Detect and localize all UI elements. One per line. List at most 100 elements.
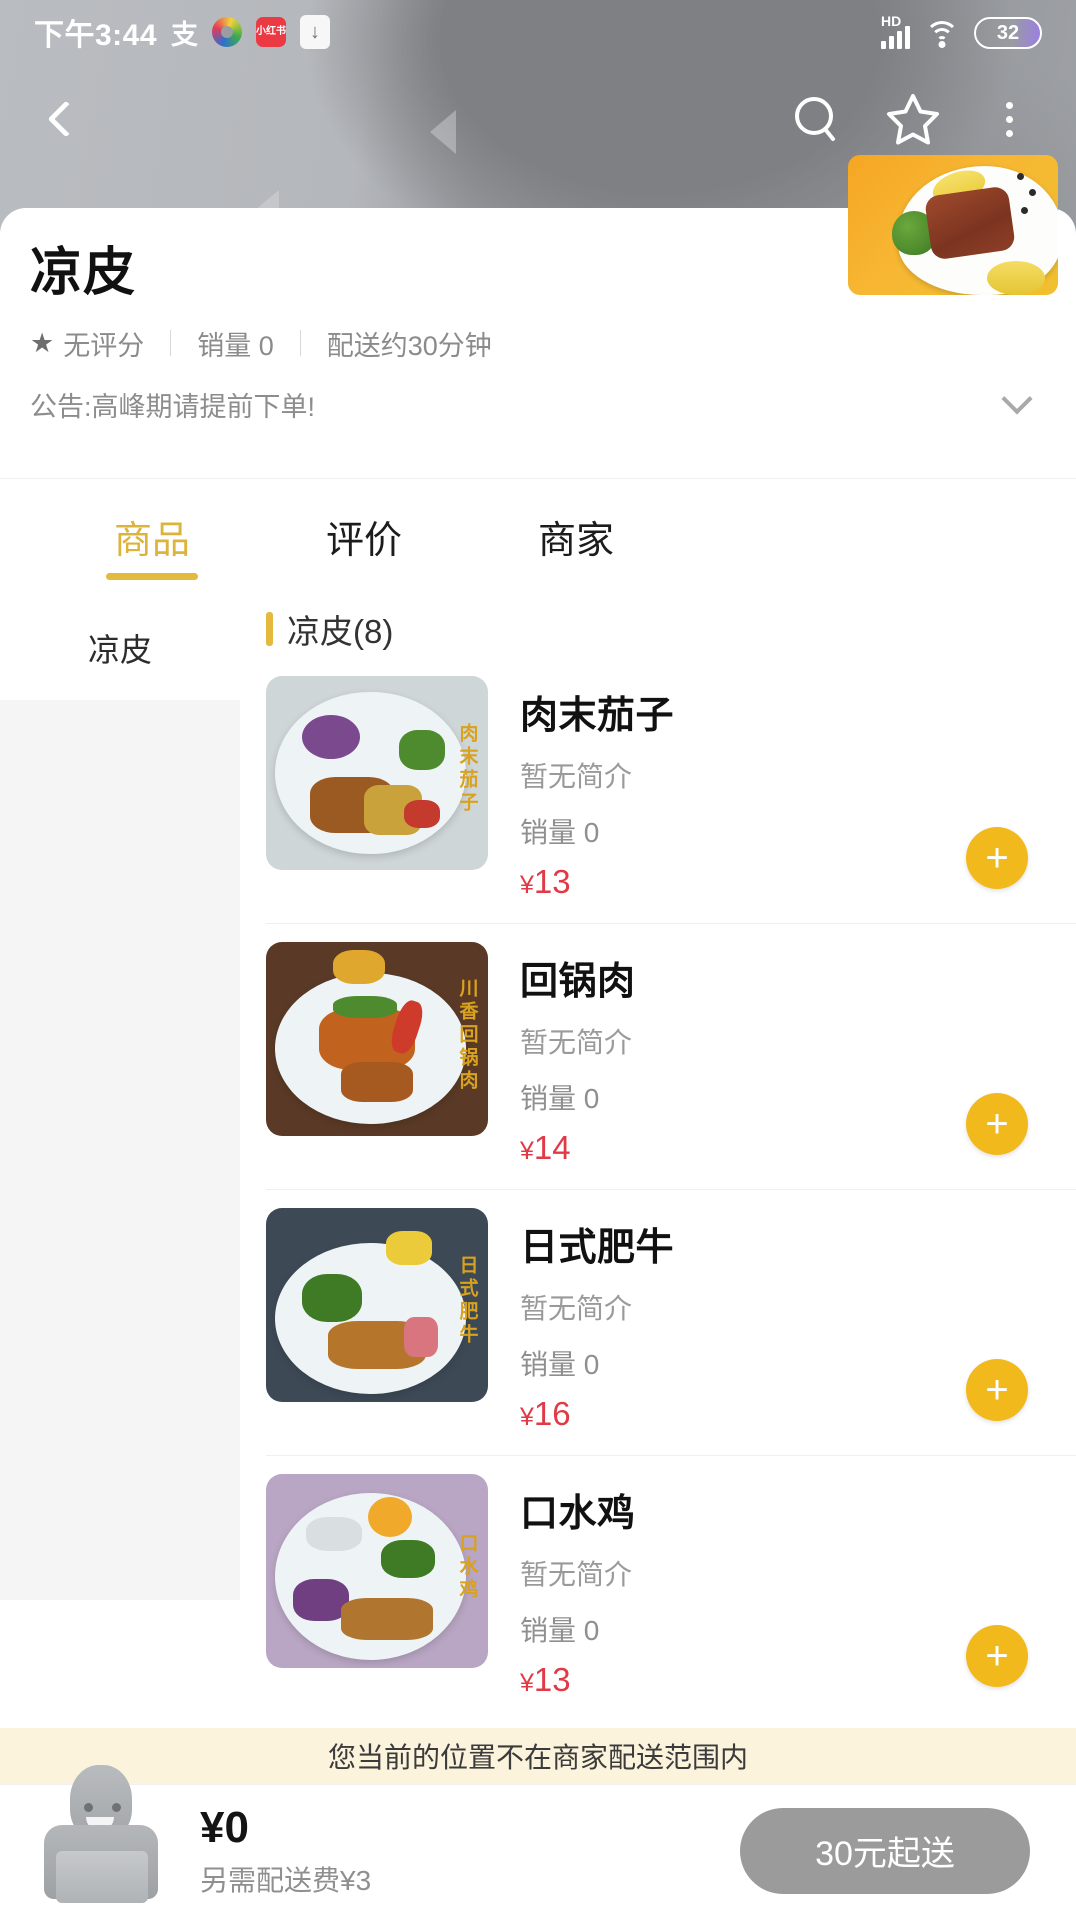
dish-cabbage: [292, 1578, 349, 1621]
dish-photo: 川香回锅肉: [266, 942, 488, 1136]
dish-photo: 口水鸡: [266, 1474, 488, 1668]
dish-photo: 日式肥牛: [266, 1208, 488, 1402]
dish-tomato: [403, 800, 440, 829]
store-rating: 无评分: [63, 330, 145, 361]
add-to-cart-button[interactable]: +: [966, 827, 1028, 889]
product-thumbnail[interactable]: 日式肥牛: [266, 1208, 488, 1402]
sidebar-filler: [0, 700, 240, 1600]
star-icon: [887, 94, 939, 145]
product-name: 口水鸡: [520, 1493, 636, 1535]
table-row[interactable]: 肉末茄子 肉末茄子 暂无简介 销量 0 ¥13 +: [266, 658, 1076, 924]
cart-icon-eye-right: [112, 1802, 121, 1812]
back-chevron-icon: [47, 100, 85, 138]
table-row[interactable]: 口水鸡 口水鸡 暂无简介 销量 0 ¥13 +: [266, 1456, 1076, 1721]
xiaohongshu-icon: 小红书: [256, 17, 287, 47]
store-delivery-time: 配送约30分钟: [326, 330, 492, 361]
product-desc: 暂无简介: [520, 761, 633, 792]
dish-greens: [301, 1273, 362, 1322]
dish-photo: 肉末茄子: [266, 676, 488, 870]
more-vertical-icon: [1005, 101, 1013, 137]
product-desc: 暂无简介: [520, 1559, 633, 1590]
dish-egg: [385, 1231, 432, 1266]
more-button[interactable]: [978, 88, 1040, 150]
plus-icon: +: [985, 1368, 1009, 1412]
add-to-cart-button[interactable]: +: [966, 1359, 1028, 1421]
wifi-icon: [924, 19, 960, 49]
currency-symbol: ¥: [520, 1403, 534, 1431]
search-button[interactable]: [786, 88, 848, 150]
cart-bottom-bar: ¥0 另需配送费¥3 30元起送: [0, 1764, 1076, 1916]
plus-icon: +: [985, 1102, 1009, 1146]
signal-bars: [881, 26, 910, 49]
warning-text: 您当前的位置不在商家配送范围内: [327, 1742, 748, 1773]
delivery-person-icon[interactable]: [28, 1759, 178, 1909]
status-bar-left: 下午3:44 支 小红书 ↓: [34, 10, 331, 54]
favorite-button[interactable]: [882, 88, 944, 150]
dish-photo-label: 肉末茄子: [456, 723, 478, 816]
checkout-button[interactable]: 30元起送: [740, 1807, 1030, 1894]
content-area: 凉皮 凉皮(8) 肉末茄子 肉末茄子 暂无简介 销量 0 ¥13 + 川香回锅肉…: [0, 588, 1076, 1728]
logo-pepper-3: [1021, 207, 1028, 214]
stats-divider-1: [170, 330, 172, 357]
product-thumbnail[interactable]: 口水鸡: [266, 1474, 488, 1668]
tab-products[interactable]: 商品: [46, 503, 258, 564]
dish-plate: [274, 1242, 466, 1395]
dish-photo-label: 日式肥牛: [456, 1255, 478, 1348]
download-icon: ↓: [300, 15, 331, 49]
hd-label: HD: [881, 13, 902, 29]
store-notice-row[interactable]: 公告:高峰期请提前下单!: [30, 383, 1046, 440]
status-bar: 下午3:44 支 小红书 ↓ HD 32: [0, 0, 1076, 64]
product-desc: 暂无简介: [520, 1027, 633, 1058]
dish-photo-label: 川香回锅肉: [456, 977, 478, 1093]
logo-lemon-2: [986, 261, 1045, 295]
product-desc: 暂无简介: [520, 1293, 633, 1324]
sidebar-item-liangpi[interactable]: 凉皮: [0, 610, 240, 686]
dish-pepper-green: [332, 996, 397, 1019]
table-row[interactable]: 川香回锅肉 回锅肉 暂无简介 销量 0 ¥14 +: [266, 924, 1076, 1190]
add-to-cart-button[interactable]: +: [966, 1625, 1028, 1687]
tab-merchant[interactable]: 商家: [470, 503, 682, 564]
stats-divider-2: [299, 330, 301, 357]
dish-greens: [399, 730, 446, 771]
plus-icon: +: [985, 1634, 1009, 1678]
product-thumbnail[interactable]: 肉末茄子: [266, 676, 488, 870]
cart-icon-box: [56, 1850, 148, 1903]
dish-chicken: [341, 1598, 434, 1641]
product-thumbnail[interactable]: 川香回锅肉: [266, 942, 488, 1136]
chevron-down-icon: [1001, 383, 1033, 415]
logo-pepper-2: [1029, 189, 1036, 196]
dish-cilantro: [381, 1539, 436, 1578]
section-accent-bar: [266, 612, 273, 646]
store-notice-text: 公告:高峰期请提前下单!: [30, 391, 316, 422]
battery-icon: 32: [974, 17, 1042, 49]
product-list[interactable]: 凉皮(8) 肉末茄子 肉末茄子 暂无简介 销量 0 ¥13 + 川香回锅肉 回锅…: [240, 588, 1076, 1728]
status-time: 下午3:44: [34, 19, 158, 52]
dish-garnish: [332, 949, 385, 984]
section-header: 凉皮(8): [266, 588, 1076, 658]
alipay-icon: 支: [171, 19, 199, 50]
price-value: 14: [533, 1129, 571, 1166]
plus-icon: +: [985, 836, 1009, 880]
status-bar-right: HD 32: [881, 13, 1042, 49]
dish-photo-label: 口水鸡: [456, 1532, 478, 1602]
store-sales: 销量 0: [197, 330, 274, 361]
store-logo[interactable]: [848, 155, 1058, 295]
back-button[interactable]: [36, 89, 96, 149]
nav-actions: [786, 88, 1040, 150]
dish-rice: [305, 1516, 362, 1551]
cart-icon-eye-left: [84, 1802, 93, 1812]
search-icon: [795, 97, 835, 141]
currency-symbol: ¥: [520, 1137, 534, 1165]
currency-symbol: ¥: [520, 1669, 534, 1697]
cart-summary: ¥0 另需配送费¥3: [178, 1803, 740, 1899]
dish-pork-2: [341, 1062, 414, 1103]
add-to-cart-button[interactable]: +: [966, 1093, 1028, 1155]
cart-delivery-fee: 另需配送费¥3: [200, 1864, 372, 1896]
signal-bars-icon: HD: [881, 13, 910, 49]
store-stats-row: ★ 无评分 销量 0 配送约30分钟: [30, 324, 1046, 363]
cart-total: ¥0: [200, 1802, 249, 1852]
tab-reviews[interactable]: 评价: [258, 503, 470, 564]
product-name: 回锅肉: [520, 961, 636, 1003]
table-row[interactable]: 日式肥牛 日式肥牛 暂无简介 销量 0 ¥16 +: [266, 1190, 1076, 1456]
price-value: 13: [533, 863, 571, 900]
